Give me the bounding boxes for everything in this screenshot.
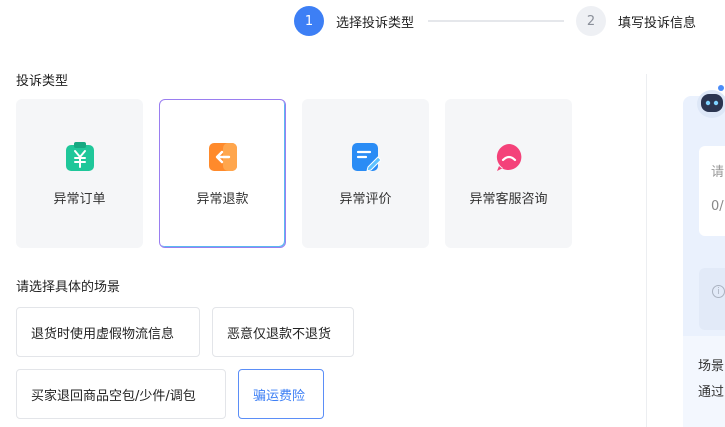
card-abnormal-review[interactable]: 异常评价 <box>302 99 429 248</box>
review-icon <box>351 142 381 172</box>
card-label: 异常订单 <box>53 192 106 207</box>
stepper-connector <box>428 20 565 22</box>
card-abnormal-refund[interactable]: 异常退款 <box>159 99 286 248</box>
scenario-chip[interactable]: 退货时使用虚假物流信息 <box>16 307 200 357</box>
step-2-number: 2 <box>576 6 607 36</box>
step-1-number: 1 <box>294 6 324 36</box>
scenario-chip[interactable]: 恶意仅退款不退货 <box>212 307 354 357</box>
side-char-counter: 0/ <box>711 199 724 214</box>
side-text-line-1: 场景 <box>698 359 725 374</box>
order-icon <box>65 142 95 172</box>
card-label: 异常退款 <box>196 192 249 207</box>
step-1[interactable]: 1 选择投诉类型 <box>294 6 414 36</box>
step-2-label: 填写投诉信息 <box>618 15 697 31</box>
card-abnormal-service[interactable]: 异常客服咨询 <box>445 99 572 248</box>
side-input-placeholder: 请 <box>711 165 725 180</box>
side-text-line-2: 通过 <box>698 385 725 400</box>
vertical-divider <box>646 74 647 427</box>
step-2[interactable]: 2 填写投诉信息 <box>576 6 696 36</box>
complaint-type-cards: 异常订单 异常退款 异常评价 异常客服咨询 <box>16 99 572 248</box>
side-input-box[interactable] <box>699 146 725 236</box>
scenario-row-2: 买家退回商品空包/少件/调包 骗运费险 <box>16 369 324 419</box>
card-abnormal-order[interactable]: 异常订单 <box>16 99 143 248</box>
scenario-title: 请选择具体的场景 <box>16 280 121 295</box>
step-1-label: 选择投诉类型 <box>336 15 415 31</box>
scenario-chip-selected[interactable]: 骗运费险 <box>238 369 324 419</box>
info-icon: i <box>712 285 725 298</box>
scenario-row-1: 退货时使用虚假物流信息 恶意仅退款不退货 <box>16 307 354 357</box>
scenario-chip[interactable]: 买家退回商品空包/少件/调包 <box>16 369 226 419</box>
card-label: 异常客服咨询 <box>469 192 548 207</box>
robot-avatar-icon <box>695 82 725 120</box>
card-label: 异常评价 <box>339 192 392 207</box>
stepper: 1 选择投诉类型 2 填写投诉信息 <box>294 5 696 37</box>
chat-bubble-icon <box>494 142 524 172</box>
refund-icon <box>208 142 238 172</box>
side-info-box <box>699 268 725 330</box>
complaint-type-title: 投诉类型 <box>16 74 69 89</box>
